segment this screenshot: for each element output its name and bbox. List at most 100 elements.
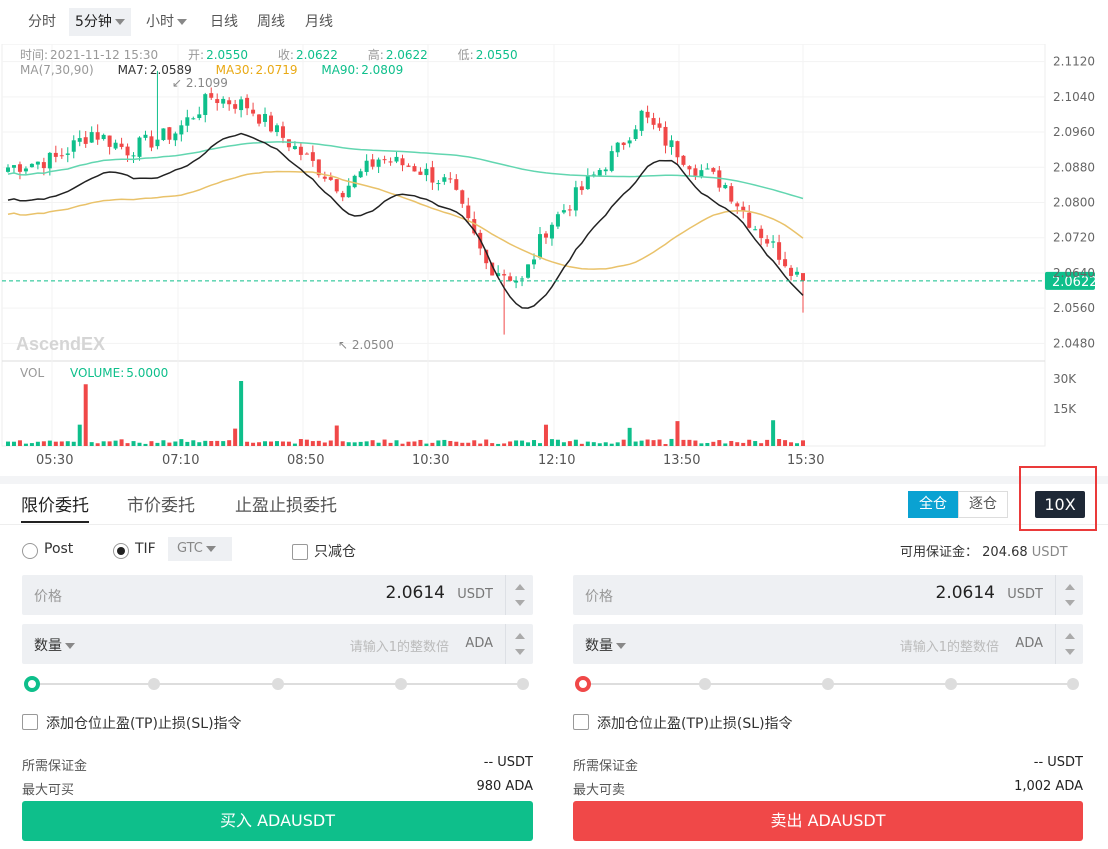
volume-bar	[215, 440, 220, 446]
tf-hour-label: 小时	[146, 14, 174, 30]
candle-body	[29, 163, 34, 168]
volume-bar	[376, 442, 381, 446]
candle-body	[221, 98, 226, 104]
candle-body	[526, 264, 531, 278]
candle-body	[621, 142, 626, 146]
volume-bar	[370, 440, 375, 446]
candle-body	[406, 165, 411, 167]
slider-tick[interactable]	[822, 678, 834, 690]
candle-body	[508, 276, 513, 281]
volume-bar	[723, 443, 728, 446]
max-price-label: ↙ 2.1099	[172, 76, 228, 90]
buy-qty-input[interactable]: 数量 请输入1的整数倍 ADA	[22, 624, 533, 664]
buy-qty-label-text: 数量	[34, 638, 62, 654]
chevron-down-icon	[65, 643, 75, 649]
buy-price-input[interactable]: 价格 2.0614 USDT	[22, 575, 533, 615]
cross-margin-button[interactable]: 全仓	[908, 491, 958, 518]
arrow-up-icon[interactable]	[515, 633, 525, 639]
volume-bar	[227, 440, 232, 446]
volume-bar	[388, 442, 393, 446]
tif-radio[interactable]	[113, 543, 129, 559]
volume-bar	[239, 381, 244, 446]
candle-body	[669, 140, 674, 148]
volume-bar	[263, 441, 268, 446]
buy-tpsl-checkbox[interactable]	[22, 714, 38, 730]
tf-minute[interactable]: 分时	[22, 8, 62, 36]
slider-tick[interactable]	[699, 678, 711, 690]
tf-5min[interactable]: 5分钟	[69, 8, 131, 36]
arrow-down-icon[interactable]	[1065, 600, 1075, 606]
sell-tpsl-checkbox[interactable]	[573, 714, 589, 730]
volume-bar	[741, 442, 746, 446]
slider-tick[interactable]	[517, 678, 529, 690]
slider-tick[interactable]	[272, 678, 284, 690]
arrow-up-icon[interactable]	[1065, 584, 1075, 590]
slider-tick[interactable]	[148, 678, 160, 690]
buy-price-stepper[interactable]	[505, 575, 533, 615]
sell-qty-stepper[interactable]	[1055, 624, 1083, 664]
volume-bar	[795, 443, 800, 446]
tf-day[interactable]: 日线	[204, 8, 244, 36]
volume-bar	[149, 441, 154, 446]
volume-bar	[167, 442, 172, 446]
volume-bar	[95, 443, 100, 446]
candle-body	[502, 274, 507, 276]
candle-body	[131, 155, 136, 157]
price-tick: 2.0960	[1053, 125, 1095, 139]
candle-body	[6, 167, 10, 172]
time-tick: 05:30	[36, 453, 73, 468]
reduce-only-checkbox[interactable]	[292, 544, 308, 560]
arrow-down-icon[interactable]	[1065, 649, 1075, 655]
candle-body	[430, 167, 435, 183]
arrow-down-icon[interactable]	[515, 649, 525, 655]
arrow-up-icon[interactable]	[515, 584, 525, 590]
price-tick: 2.0480	[1053, 336, 1095, 350]
candle-body	[113, 142, 118, 149]
buy-button[interactable]: 买入 ADAUSDT	[22, 801, 533, 841]
buy-max-value: 980 ADA	[476, 779, 533, 794]
arrow-up-icon[interactable]	[1065, 633, 1075, 639]
sell-price-input[interactable]: 价格 2.0614 USDT	[573, 575, 1083, 615]
candle-body	[537, 234, 542, 258]
price-tick: 2.0640	[1053, 266, 1095, 280]
sell-qty-input[interactable]: 数量 请输入1的整数倍 ADA	[573, 624, 1083, 664]
buy-qty-slider[interactable]	[24, 676, 529, 692]
volume-bar	[621, 439, 626, 446]
candle-body	[209, 93, 214, 98]
isolated-margin-button[interactable]: 逐仓	[958, 491, 1008, 518]
buy-qty-stepper[interactable]	[505, 624, 533, 664]
candlestick-chart[interactable]: AscendEX 2.0622 2.11202.10402.09602.0880…	[0, 44, 1108, 476]
tab-tpsl-order[interactable]: 止盈止损委托	[235, 491, 337, 523]
tf-week[interactable]: 周线	[251, 8, 291, 36]
arrow-down-icon[interactable]	[515, 600, 525, 606]
sell-qty-label[interactable]: 数量	[585, 635, 626, 655]
slider-handle[interactable]	[575, 676, 591, 692]
price-tick: 2.0880	[1053, 160, 1095, 174]
slider-handle[interactable]	[24, 676, 40, 692]
volume-bar	[753, 441, 758, 446]
tf-hour[interactable]: 小时	[140, 8, 193, 36]
sell-button[interactable]: 卖出 ADAUSDT	[573, 801, 1083, 841]
volume-bar	[269, 441, 274, 446]
volume-bar	[436, 440, 441, 446]
candle-body	[460, 190, 465, 204]
buy-qty-label[interactable]: 数量	[34, 635, 75, 655]
slider-tick[interactable]	[1067, 678, 1079, 690]
candle-body	[11, 165, 16, 168]
tif-select[interactable]: GTC	[168, 537, 232, 561]
slider-tick[interactable]	[395, 678, 407, 690]
slider-tick[interactable]	[945, 678, 957, 690]
sell-qty-slider[interactable]	[575, 676, 1079, 692]
post-radio[interactable]	[22, 543, 38, 559]
volume-bar	[783, 440, 788, 446]
volume-bar	[191, 440, 196, 446]
min-price-label: ↖ 2.0500	[338, 338, 394, 352]
tif-select-value: GTC	[177, 541, 203, 556]
tab-limit-order[interactable]: 限价委托	[21, 491, 89, 523]
sell-price-stepper[interactable]	[1055, 575, 1083, 615]
tab-market-order[interactable]: 市价委托	[127, 491, 195, 523]
candle-body	[795, 271, 800, 275]
candle-body	[627, 140, 632, 144]
tf-month[interactable]: 月线	[299, 8, 339, 36]
volume-bar	[71, 441, 76, 446]
